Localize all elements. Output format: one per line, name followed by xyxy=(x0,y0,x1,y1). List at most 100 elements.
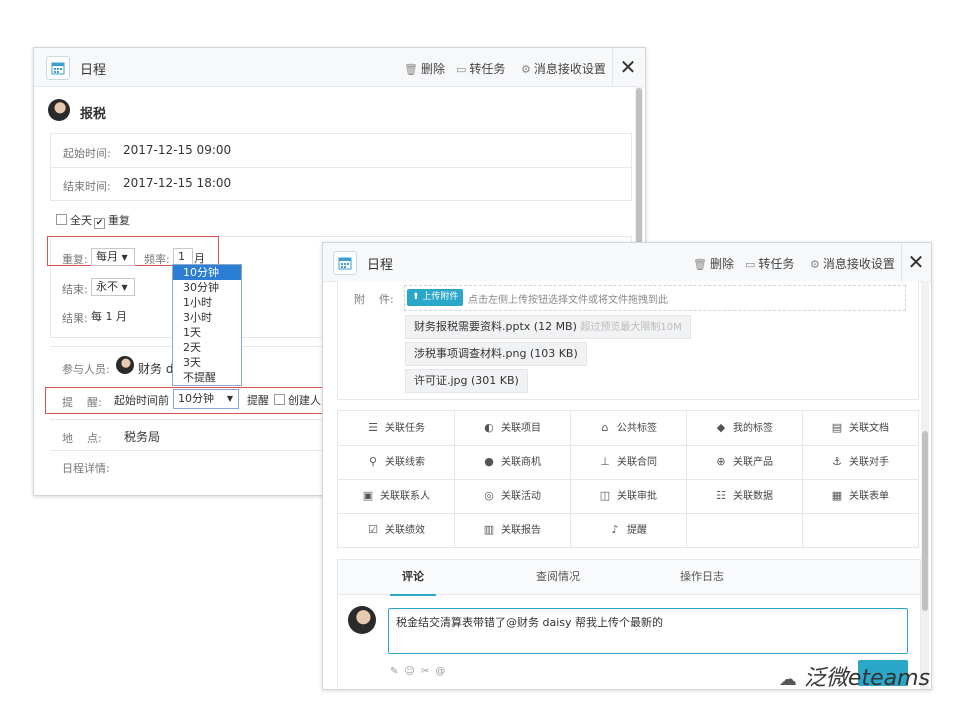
attachment-box: 附 件: ⬆ 上传附件 点击左侧上传按钮选择文件或将文件拖拽到此 财务报税需要资… xyxy=(337,281,919,400)
location-value[interactable]: 税务局 xyxy=(124,428,160,445)
performance-icon: ☑ xyxy=(368,523,378,536)
header-divider xyxy=(901,243,902,281)
relation-item[interactable]: ☰ 关联任务 xyxy=(338,411,455,446)
end-time-value[interactable]: 2017-12-15 18:00 xyxy=(123,176,231,190)
close-icon[interactable]: ✕ xyxy=(906,250,926,274)
time-box: 起始时间: 2017-12-15 09:00 结束时间: 2017-12-15 … xyxy=(50,133,632,201)
relation-label: 关联产品 xyxy=(733,457,773,468)
delete-button[interactable]: 🗑 删除 xyxy=(693,255,734,272)
relation-label: 关联数据 xyxy=(733,491,773,502)
repeat-field-label: 重复: xyxy=(62,253,88,266)
all-day-option[interactable]: 全天 xyxy=(56,212,92,228)
dropdown-option[interactable]: 3天 xyxy=(173,355,241,370)
upload-button-label: 上传附件 xyxy=(422,292,459,302)
dropdown-option[interactable]: 2天 xyxy=(173,340,241,355)
reminder-select[interactable]: 10分钟 ▼ xyxy=(173,389,239,409)
relation-item[interactable]: ⊥ 关联合同 xyxy=(570,445,687,480)
relation-item[interactable]: ◐ 关联项目 xyxy=(454,411,571,446)
tab-read-status[interactable]: 查阅情况 xyxy=(528,560,588,594)
dropdown-option[interactable]: 3小时 xyxy=(173,310,241,325)
wechat-icon: ☁ xyxy=(778,669,797,690)
scrollbar-thumb[interactable] xyxy=(922,431,928,611)
repeat-option[interactable]: ✔ 重复 xyxy=(94,212,130,229)
repeat-select[interactable]: 每月 ▼ xyxy=(91,248,135,266)
attach-icon[interactable]: ✎ xyxy=(390,666,404,677)
upload-hint: 点击左侧上传按钮选择文件或将文件拖拽到此 xyxy=(468,295,668,306)
upload-dropzone[interactable]: ⬆ 上传附件 点击左侧上传按钮选择文件或将文件拖拽到此 xyxy=(404,285,906,311)
repeat-checkbox[interactable]: ✔ xyxy=(94,218,105,229)
relation-label: 我的标签 xyxy=(733,423,773,434)
relation-item[interactable]: ◫ 关联审批 xyxy=(570,479,687,514)
participant-avatar xyxy=(116,356,134,374)
clue-icon: ⚲ xyxy=(368,455,378,468)
tab-operation-log[interactable]: 操作日志 xyxy=(672,560,732,594)
relation-item[interactable]: ▤ 关联文档 xyxy=(802,411,919,446)
relation-label: 关联绩效 xyxy=(385,525,425,536)
window-title: 日程 xyxy=(80,63,107,78)
all-day-label: 全天 xyxy=(70,214,92,227)
end-repeat-select[interactable]: 永不 ▼ xyxy=(91,278,135,296)
message-settings-button[interactable]: ⚙ 消息接收设置 xyxy=(810,255,895,272)
end-time-label: 结束时间: xyxy=(63,180,111,193)
relation-item[interactable]: ▣ 关联联系人 xyxy=(338,479,455,514)
creator-checkbox[interactable] xyxy=(274,394,285,405)
scrollbar[interactable] xyxy=(921,281,929,689)
participants-label: 参与人员: xyxy=(62,363,110,376)
file-item[interactable]: 许可证.jpg (301 KB) xyxy=(405,369,528,393)
relation-item[interactable]: ☑ 关联绩效 xyxy=(338,513,455,548)
message-settings-button[interactable]: ⚙ 消息接收设置 xyxy=(521,60,606,77)
reminder-dropdown[interactable]: 10分钟 30分钟 1小时 3小时 1天 2天 3天 不提醒 xyxy=(172,264,242,386)
reminder-creator-option[interactable]: 创建人 xyxy=(274,392,321,408)
tab-comments[interactable]: 评论 xyxy=(390,560,436,596)
relation-item[interactable]: ▥ 关联报告 xyxy=(454,513,571,548)
close-icon[interactable]: ✕ xyxy=(618,55,638,79)
comment-input[interactable]: 税金结交清算表带错了@财务 daisy 帮我上传个最新的 xyxy=(388,608,908,654)
relation-item[interactable]: ▦ 关联表单 xyxy=(802,479,919,514)
result-value: 每 1 月 xyxy=(91,310,127,323)
dropdown-option[interactable]: 1天 xyxy=(173,325,241,340)
approval-icon: ◫ xyxy=(599,489,611,502)
repeat-label: 重复 xyxy=(108,214,130,227)
calendar-small-icon: ▭ xyxy=(456,63,467,76)
relation-item[interactable]: ◎ 关联活动 xyxy=(454,479,571,514)
dropdown-option[interactable]: 不提醒 xyxy=(173,370,241,385)
start-time-label: 起始时间: xyxy=(63,147,111,160)
convert-task-button[interactable]: ▭ 转任务 xyxy=(456,60,505,77)
convert-task-button[interactable]: ▭ 转任务 xyxy=(745,255,794,272)
header-divider xyxy=(612,48,613,86)
message-settings-label: 消息接收设置 xyxy=(822,257,895,271)
delete-label: 删除 xyxy=(709,257,734,271)
attachment-label: 附 件: xyxy=(354,293,394,306)
all-day-checkbox[interactable] xyxy=(56,214,67,225)
relation-item[interactable]: ⊕ 关联产品 xyxy=(686,445,803,480)
relation-item[interactable]: ⚲ 关联线索 xyxy=(338,445,455,480)
end-repeat-value: 永不 xyxy=(96,280,118,293)
emoji-icon[interactable]: ☺ xyxy=(404,666,420,677)
relation-item[interactable]: ⌂ 公共标签 xyxy=(570,411,687,446)
share-icon[interactable]: ✂ xyxy=(421,666,435,677)
relation-item[interactable]: ⚓ 关联对手 xyxy=(802,445,919,480)
calendar-icon xyxy=(333,251,357,275)
relation-label: 关联对手 xyxy=(849,457,889,468)
half-circle-icon: ◐ xyxy=(484,421,494,434)
commenter-avatar xyxy=(348,606,376,634)
file-item[interactable]: 涉税事项调查材料.png (103 KB) xyxy=(405,342,587,366)
tag-icon: ◆ xyxy=(716,421,726,434)
upload-button[interactable]: ⬆ 上传附件 xyxy=(407,289,464,306)
start-time-value[interactable]: 2017-12-15 09:00 xyxy=(123,143,231,157)
dropdown-option[interactable]: 30分钟 xyxy=(173,280,241,295)
at-icon[interactable]: @ xyxy=(435,666,451,677)
relation-item[interactable]: ☷ 关联数据 xyxy=(686,479,803,514)
report-icon: ▥ xyxy=(483,523,495,536)
relation-item[interactable]: ♪ 提醒 xyxy=(570,513,687,548)
reminder-select-value: 10分钟 xyxy=(178,392,214,405)
relation-item[interactable]: ◆ 我的标签 xyxy=(686,411,803,446)
dropdown-option[interactable]: 1小时 xyxy=(173,295,241,310)
dropdown-option[interactable]: 10分钟 xyxy=(173,265,241,280)
delete-button[interactable]: 🗑 删除 xyxy=(404,60,445,77)
relations-grid: ☰ 关联任务 ◐ 关联项目 ⌂ 公共标签 ◆ 我的标签 ▤ 关联文档 ⚲ 关联线索 ● 关联商… xyxy=(337,410,920,549)
trash-icon: 🗑 xyxy=(404,63,418,76)
file-item[interactable]: 财务报税需要资料.pptx (12 MB) 超过预览最大限制10M xyxy=(405,315,691,339)
relation-item[interactable]: ● 关联商机 xyxy=(454,445,571,480)
file-name: 财务报税需要资料.pptx (12 MB) xyxy=(414,320,577,333)
